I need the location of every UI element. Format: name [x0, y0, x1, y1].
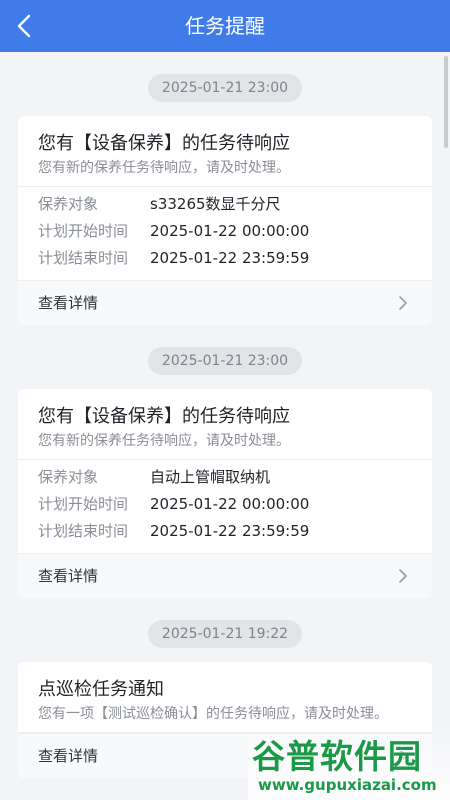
timestamp-badge: 2025-01-21 23:00 — [147, 74, 303, 102]
card-body: 保养对象 s33265数显千分尺 计划开始时间 2025-01-22 00:00… — [18, 187, 432, 280]
chevron-right-icon — [399, 569, 407, 583]
field-label: 保养对象 — [38, 468, 99, 486]
notification-card: 您有【设备保养】的任务待响应 您有新的保养任务待响应，请及时处理。 保养对象 自… — [18, 389, 432, 598]
card-header: 点巡检任务通知 您有一项【测试巡检确认】的任务待响应，请及时处理。 — [18, 662, 432, 733]
field-label: 计划结束时间 — [38, 522, 129, 540]
card-description: 您有新的保养任务待响应，请及时处理。 — [38, 160, 290, 176]
field-value: 2025-01-22 23:59:59 — [150, 249, 310, 267]
chevron-right-icon — [399, 296, 407, 310]
field-row: 计划开始时间 2025-01-22 00:00:00 — [38, 218, 412, 245]
watermark-url: www.gupuxiazai.com — [258, 776, 437, 794]
page-title: 任务提醒 — [185, 14, 265, 38]
field-row: 保养对象 s33265数显千分尺 — [38, 191, 412, 218]
card-title: 您有【设备保养】的任务待响应 — [38, 406, 290, 427]
notification-list: 2025-01-21 23:00 您有【设备保养】的任务待响应 您有新的保养任务… — [0, 52, 450, 778]
view-details-label: 查看详情 — [38, 747, 99, 765]
card-body: 保养对象 自动上管帽取纳机 计划开始时间 2025-01-22 00:00:00… — [18, 460, 432, 553]
card-description: 您有一项【测试巡检确认】的任务待响应，请及时处理。 — [38, 706, 388, 722]
view-details-label: 查看详情 — [38, 567, 99, 585]
card-description: 您有新的保养任务待响应，请及时处理。 — [38, 433, 290, 449]
field-value: 2025-01-22 23:59:59 — [150, 522, 310, 540]
timestamp-row: 2025-01-21 23:00 — [0, 347, 450, 377]
field-value: 2025-01-22 00:00:00 — [150, 495, 310, 513]
field-value: 2025-01-22 00:00:00 — [150, 222, 310, 240]
card-title: 点巡检任务通知 — [38, 679, 164, 700]
field-label: 计划结束时间 — [38, 249, 129, 267]
timestamp-row: 2025-01-21 23:00 — [0, 74, 450, 104]
field-row: 保养对象 自动上管帽取纳机 — [38, 464, 412, 491]
field-label: 计划开始时间 — [38, 495, 129, 513]
view-details-label: 查看详情 — [38, 294, 99, 312]
field-row: 计划结束时间 2025-01-22 23:59:59 — [38, 245, 412, 272]
field-value: s33265数显千分尺 — [150, 195, 281, 213]
field-label: 计划开始时间 — [38, 222, 129, 240]
timestamp-row: 2025-01-21 19:22 — [0, 620, 450, 650]
watermark-logo: 谷普软件园 — [252, 737, 422, 776]
timestamp-badge: 2025-01-21 23:00 — [147, 347, 303, 375]
notification-card: 您有【设备保养】的任务待响应 您有新的保养任务待响应，请及时处理。 保养对象 s… — [18, 116, 432, 325]
field-row: 计划开始时间 2025-01-22 00:00:00 — [38, 491, 412, 518]
field-value: 自动上管帽取纳机 — [150, 468, 271, 486]
card-title: 您有【设备保养】的任务待响应 — [38, 133, 290, 154]
view-details-link[interactable]: 查看详情 — [18, 553, 432, 598]
view-details-link[interactable]: 查看详情 — [18, 280, 432, 325]
card-header: 您有【设备保养】的任务待响应 您有新的保养任务待响应，请及时处理。 — [18, 116, 432, 187]
timestamp-badge: 2025-01-21 19:22 — [147, 620, 303, 648]
top-bar: 任务提醒 — [0, 0, 450, 52]
field-label: 保养对象 — [38, 195, 99, 213]
field-row: 计划结束时间 2025-01-22 23:59:59 — [38, 518, 412, 545]
card-header: 您有【设备保养】的任务待响应 您有新的保养任务待响应，请及时处理。 — [18, 389, 432, 460]
watermark: 谷普软件园 www.gupuxiazai.com — [248, 728, 450, 800]
